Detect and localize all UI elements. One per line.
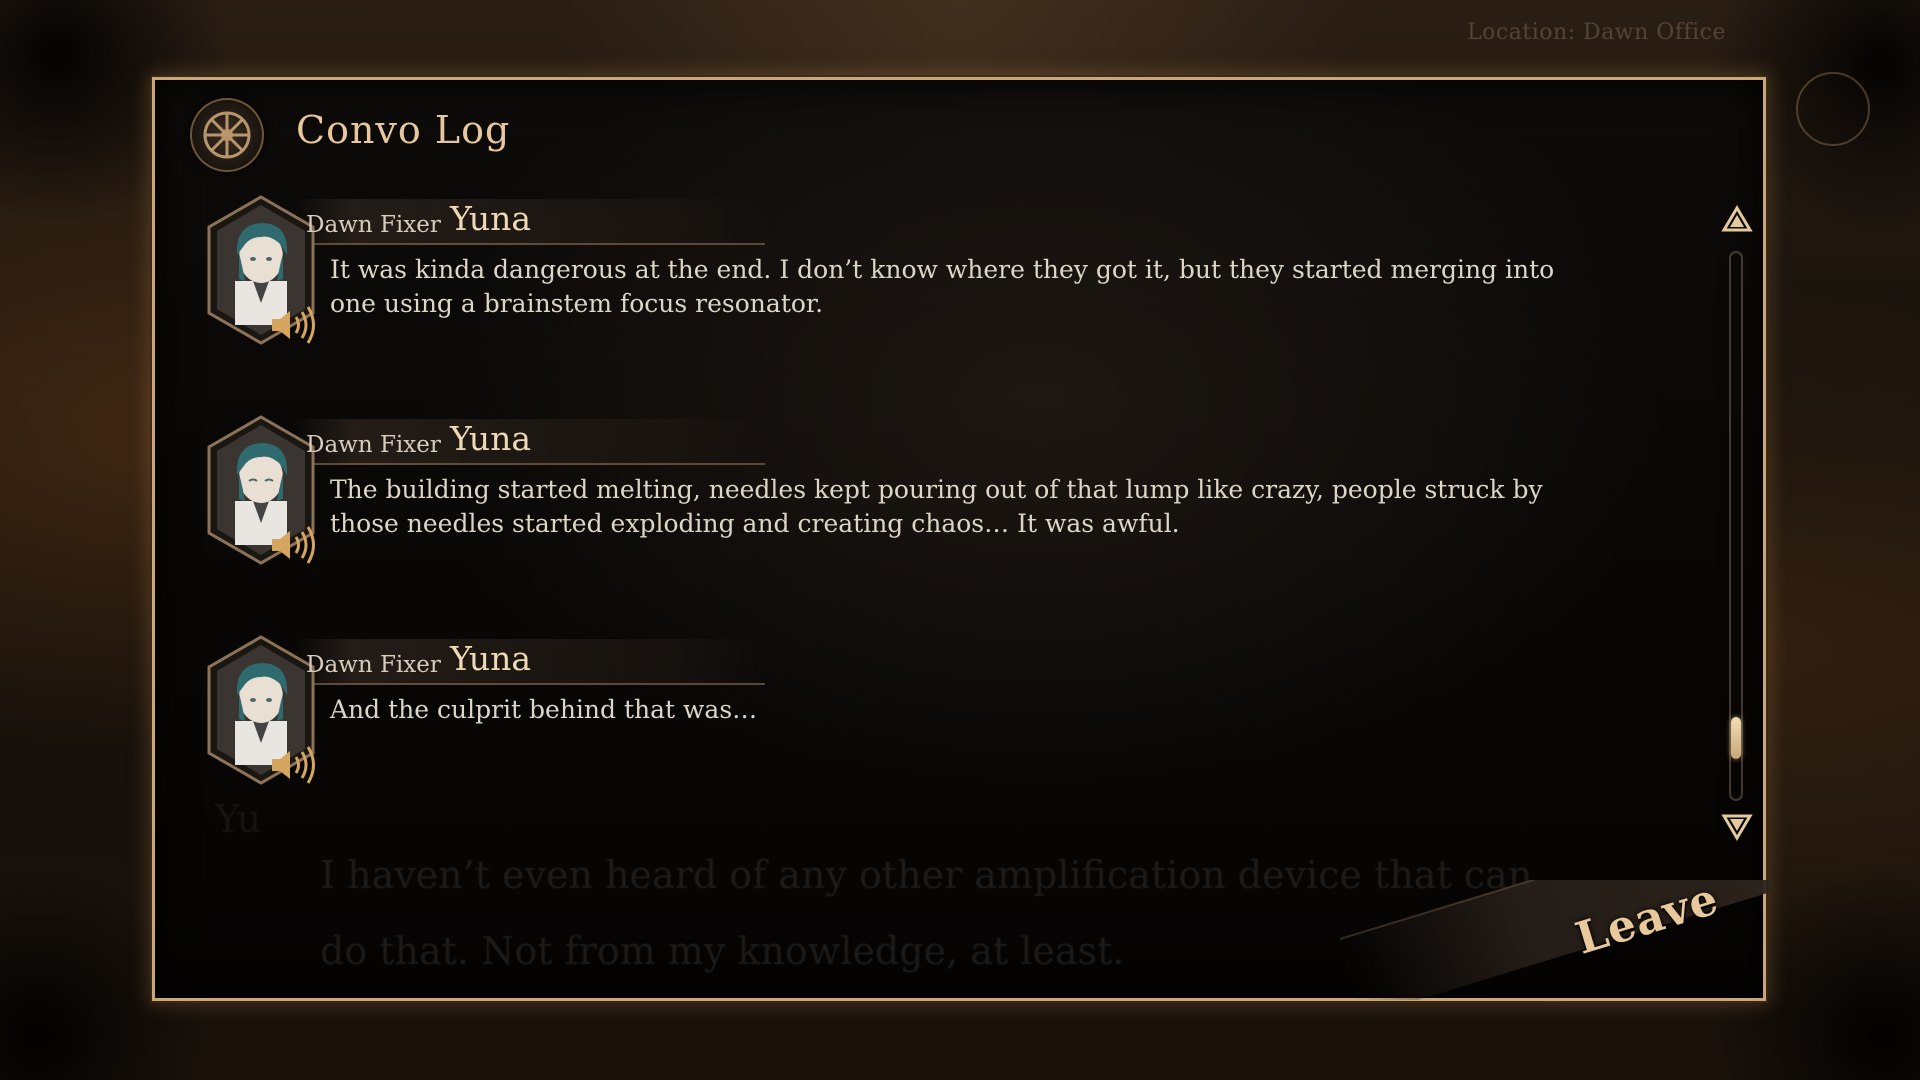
speaker-icon[interactable]: [268, 303, 320, 347]
wheel-emblem-icon: [190, 98, 264, 172]
dialogue-text: It was kinda dangerous at the end. I don…: [330, 255, 1555, 318]
location-label: Location: Dawn Office: [1467, 20, 1726, 45]
speaker-icon[interactable]: [268, 743, 320, 787]
speaker-name: Yuna: [450, 639, 532, 678]
triangle-down-icon[interactable]: [1721, 813, 1753, 841]
corner-emblem-icon: [1796, 72, 1870, 146]
background-speaker-name: Yu: [215, 797, 262, 841]
speaker-affiliation: Dawn Fixer: [306, 212, 441, 238]
scroll-thumb[interactable]: [1731, 716, 1741, 759]
log-entry: Dawn Fixer Yuna It was kinda dangerous a…: [205, 195, 1565, 395]
speaker-affiliation: Dawn Fixer: [306, 652, 441, 678]
speaker-affiliation: Dawn Fixer: [306, 432, 441, 458]
log-entry: Dawn Fixer Yuna And the culprit behind t…: [205, 635, 1565, 835]
game-screen: Location: Dawn Office Convo Log Dawn Fix…: [0, 0, 1920, 1080]
panel-title: Convo Log: [296, 108, 511, 152]
speaker-name: Yuna: [450, 199, 532, 238]
triangle-up-icon[interactable]: [1721, 205, 1753, 233]
speaker-name: Yuna: [450, 419, 532, 458]
log-scrollbar[interactable]: [1719, 205, 1755, 845]
dialogue-text: And the culprit behind that was…: [330, 695, 758, 724]
log-entry: Dawn Fixer Yuna The building started mel…: [205, 415, 1565, 615]
speaker-icon[interactable]: [268, 523, 320, 567]
dialogue-text: The building started melting, needles ke…: [330, 475, 1543, 538]
